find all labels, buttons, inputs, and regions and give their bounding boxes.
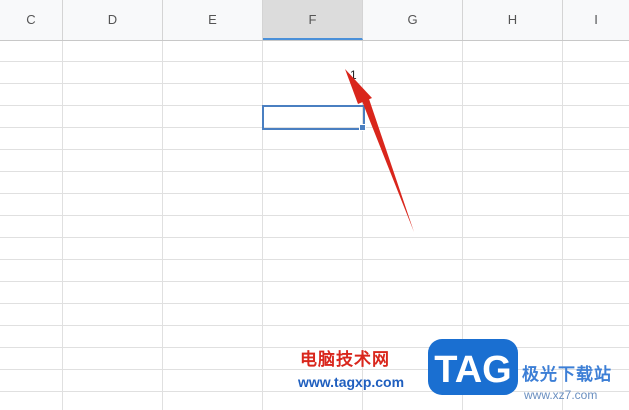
fill-handle[interactable] <box>359 124 366 131</box>
grid-line <box>0 193 629 194</box>
column-header-f[interactable]: F <box>263 0 363 40</box>
column-header-i[interactable]: I <box>563 0 629 40</box>
cell-f3-value[interactable]: 1 <box>350 68 357 82</box>
column-header-row: C D E F G H I <box>0 0 629 41</box>
watermark-right-text: 极光下载站 <box>522 365 612 384</box>
grid-line <box>0 259 629 260</box>
column-header-e[interactable]: E <box>163 0 263 40</box>
watermark-site-name: 电脑技术网 <box>300 350 390 369</box>
tag-logo: TAG <box>428 339 518 395</box>
column-header-c[interactable]: C <box>0 0 63 40</box>
grid-line <box>0 325 629 326</box>
active-cell-f5[interactable] <box>262 105 365 130</box>
grid-line <box>0 83 629 84</box>
grid-line <box>162 41 163 410</box>
grid-line <box>0 61 629 62</box>
grid-line <box>0 303 629 304</box>
grid-line <box>0 215 629 216</box>
grid-line <box>0 149 629 150</box>
watermark-right-url: www.xz7.com <box>524 388 598 402</box>
grid-line <box>0 237 629 238</box>
grid-line <box>262 41 263 410</box>
watermark-url: www.tagxp.com <box>298 374 405 390</box>
column-header-g[interactable]: G <box>363 0 463 40</box>
column-header-d[interactable]: D <box>63 0 163 40</box>
column-header-h[interactable]: H <box>463 0 563 40</box>
grid-line <box>0 281 629 282</box>
grid-line <box>562 41 563 410</box>
grid-line <box>62 41 63 410</box>
tag-logo-text: TAG <box>434 349 511 391</box>
grid-line <box>0 171 629 172</box>
